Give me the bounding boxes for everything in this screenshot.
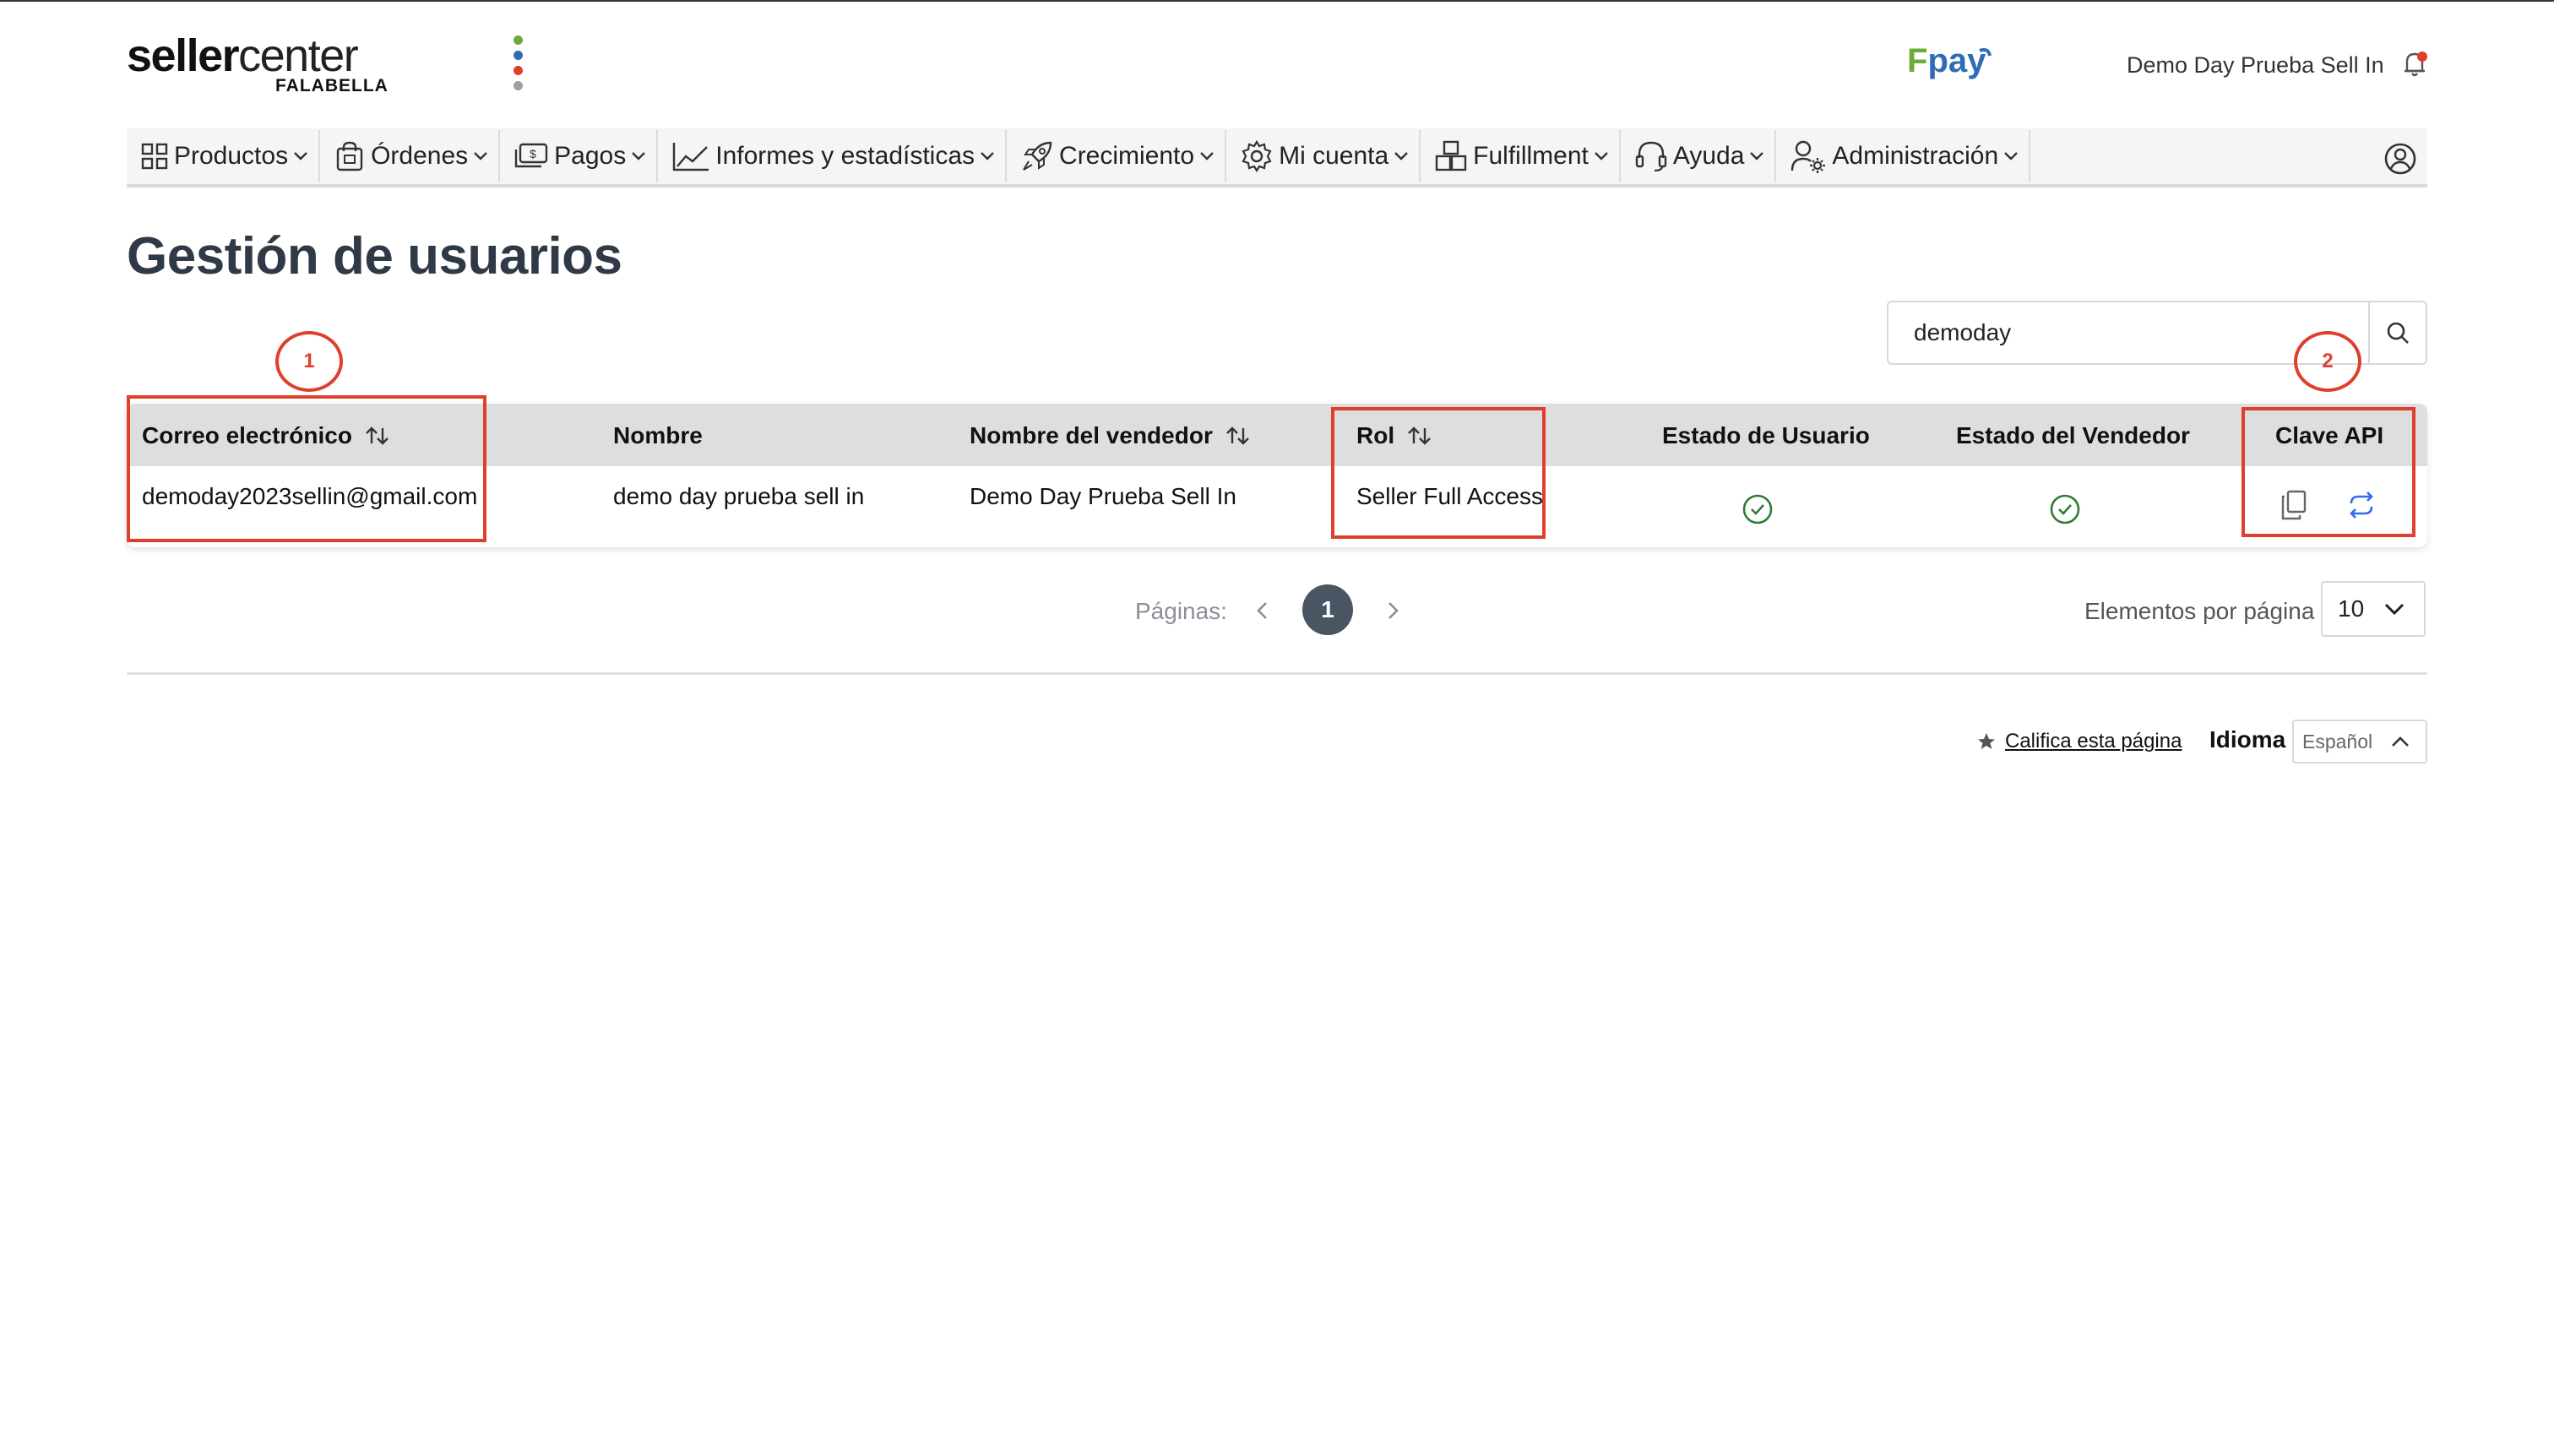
chevron-left-icon[interactable] bbox=[1250, 598, 1275, 623]
nav-label: Ayuda bbox=[1672, 142, 1745, 170]
headset-icon bbox=[1635, 141, 1667, 172]
user-status-check-icon bbox=[1742, 494, 1773, 524]
annotation-box-role bbox=[1331, 407, 1546, 539]
search-button[interactable] bbox=[2368, 302, 2426, 363]
rate-page-link[interactable]: Califica esta página bbox=[2005, 730, 2182, 753]
chevron-right-icon[interactable] bbox=[1380, 598, 1405, 623]
window-top-border bbox=[0, 0, 2554, 2]
chevron-up-icon bbox=[2392, 736, 2409, 747]
cell-name: demo day prueba sell in bbox=[613, 483, 865, 509]
content-divider bbox=[127, 672, 2427, 675]
logo-text-seller: seller bbox=[127, 30, 240, 81]
pagination-label: Páginas: bbox=[1135, 598, 1227, 624]
seller-account-name[interactable]: Demo Day Prueba Sell In bbox=[2127, 52, 2384, 79]
column-header-seller-status: Estado del Vendedor bbox=[1956, 422, 2190, 449]
language-select[interactable]: Español bbox=[2292, 720, 2427, 763]
money-icon: $ bbox=[514, 143, 548, 168]
star-icon bbox=[1978, 733, 1995, 749]
nav-label: Crecimiento bbox=[1059, 142, 1195, 170]
seller-status-check-icon bbox=[2050, 494, 2080, 524]
column-header-label: Estado de Usuario bbox=[1662, 422, 1870, 448]
rocket-icon bbox=[1023, 141, 1052, 171]
chevron-down-icon bbox=[474, 152, 488, 160]
chevron-down-icon bbox=[1200, 152, 1214, 160]
column-header-label: Estado del Vendedor bbox=[1956, 422, 2190, 448]
chevron-down-icon bbox=[1750, 152, 1764, 160]
profile-icon[interactable] bbox=[2383, 142, 2417, 176]
nav-label: Informes y estadísticas bbox=[715, 142, 975, 170]
column-header-name: Nombre bbox=[613, 422, 703, 449]
cell-seller-name: Demo Day Prueba Sell In bbox=[970, 483, 1236, 509]
chevron-down-icon bbox=[981, 152, 994, 160]
nav-item-pagos[interactable]: $ Pagos bbox=[500, 130, 659, 182]
nav-item-informes[interactable]: Informes y estadísticas bbox=[658, 130, 1008, 182]
svg-text:$: $ bbox=[530, 147, 536, 160]
nav-item-ordenes[interactable]: Órdenes bbox=[320, 130, 501, 182]
nav-item-productos[interactable]: Productos bbox=[127, 130, 321, 182]
nav-item-ayuda[interactable]: Ayuda bbox=[1621, 130, 1777, 182]
fpay-logo-f: F bbox=[1907, 42, 1928, 79]
nav-label: Administración bbox=[1832, 142, 1999, 170]
annotation-box-api-key bbox=[2242, 407, 2415, 537]
search-icon bbox=[2387, 322, 2409, 344]
main-navigation: Productos Órdenes $ Pagos Informes y est… bbox=[127, 128, 2427, 187]
column-header-seller-name[interactable]: Nombre del vendedor bbox=[970, 422, 1252, 449]
chevron-down-icon bbox=[632, 152, 646, 160]
sellercenter-logo[interactable]: sellercenter FALABELLA bbox=[127, 30, 523, 100]
notification-bell-icon[interactable] bbox=[2400, 49, 2429, 79]
annotation-marker-1: 1 bbox=[275, 331, 343, 392]
boxes-icon bbox=[1435, 140, 1467, 171]
annotation-marker-2: 2 bbox=[2294, 331, 2361, 392]
nav-label: Fulfillment bbox=[1473, 142, 1589, 170]
language-value: Español bbox=[2302, 730, 2373, 752]
sort-icon[interactable] bbox=[1225, 425, 1252, 447]
annotation-box-email bbox=[127, 395, 486, 542]
logo-wordmark: sellercenter bbox=[127, 30, 359, 81]
logo-dots bbox=[514, 35, 524, 96]
chevron-down-icon bbox=[2384, 603, 2405, 616]
nav-label: Órdenes bbox=[371, 142, 469, 170]
nav-item-administracion[interactable]: Administración bbox=[1776, 130, 2031, 182]
logo-subtext: FALABELLA bbox=[275, 76, 389, 95]
fpay-logo[interactable]: Fpay bbox=[1907, 42, 1992, 80]
fpay-accent-icon bbox=[1979, 47, 1992, 57]
nav-item-mi-cuenta[interactable]: Mi cuenta bbox=[1226, 130, 1421, 182]
chart-line-icon bbox=[673, 143, 709, 171]
language-label: Idioma bbox=[2209, 726, 2286, 752]
shopping-bag-icon bbox=[336, 141, 363, 171]
pagination-current-page[interactable]: 1 bbox=[1302, 584, 1353, 635]
nav-item-crecimiento[interactable]: Crecimiento bbox=[1007, 130, 1227, 182]
items-per-page-select[interactable]: 10 bbox=[2321, 581, 2426, 637]
nav-label: Pagos bbox=[554, 142, 627, 170]
chevron-down-icon bbox=[294, 152, 307, 160]
grid-icon bbox=[141, 143, 168, 170]
nav-label: Mi cuenta bbox=[1279, 142, 1389, 170]
items-per-page-label: Elementos por página bbox=[2084, 598, 2315, 624]
user-gear-icon bbox=[1791, 140, 1826, 173]
nav-item-fulfillment[interactable]: Fulfillment bbox=[1421, 130, 1621, 182]
column-header-label: Nombre del vendedor bbox=[970, 422, 1213, 448]
nav-label: Productos bbox=[174, 142, 289, 170]
items-per-page-value: 10 bbox=[2338, 595, 2365, 622]
column-header-user-status: Estado de Usuario bbox=[1662, 422, 1870, 449]
column-header-label: Nombre bbox=[613, 422, 703, 448]
logo-text-center: center bbox=[238, 30, 359, 81]
chevron-down-icon bbox=[1595, 152, 1608, 160]
chevron-down-icon bbox=[2004, 152, 2019, 160]
gear-icon bbox=[1242, 139, 1272, 173]
chevron-down-icon bbox=[1394, 152, 1409, 160]
page-title: Gestión de usuarios bbox=[127, 227, 622, 285]
